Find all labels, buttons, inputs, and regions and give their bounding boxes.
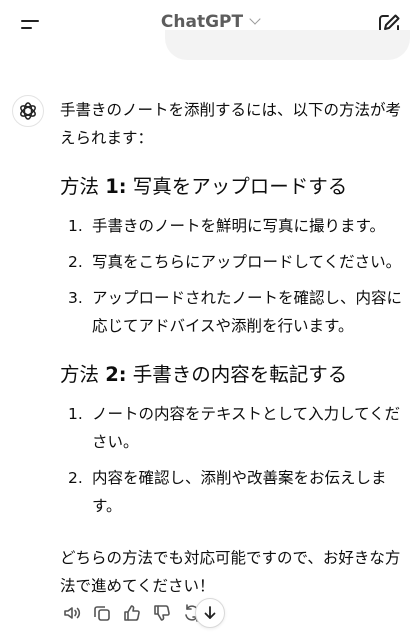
chevron-down-icon: [249, 13, 261, 25]
thumbs-down-icon: [154, 605, 170, 621]
list-item: 2. 内容を確認し、添削や改善案をお伝えします。: [68, 469, 387, 515]
scroll-down-button[interactable]: [195, 598, 225, 628]
method-steps-list: 1. ノートの内容をテキストとして入力してください。 2. 内容を確認し、添削や改善…: [60, 400, 412, 520]
app-title: ChatGPT: [160, 12, 244, 32]
speaker-icon: [64, 607, 81, 619]
list-item: 3. アップロードされたノートを確認し、内容に応じてアドバイスや添削を行います。: [68, 289, 403, 335]
assistant-message: 手書きのノートを添削するには、以下の方法が考えられます： 方法 1: 写真をアッ…: [60, 96, 412, 600]
chatgpt-logo-icon: [20, 102, 36, 120]
method-heading: 方法 2: 手書きの内容を転記する: [60, 363, 348, 386]
message-intro: 手書きのノートを添削するには、以下の方法が考えられます：: [60, 101, 402, 147]
copy-button[interactable]: [90, 601, 114, 625]
arrow-down-icon: [204, 606, 216, 619]
list-item: 2. 写真をこちらにアップロードしてください。: [68, 253, 402, 271]
user-message-bubble: [165, 30, 410, 60]
thumbs-up-icon: [124, 605, 140, 621]
method-heading: 方法 1: 写真をアップロードする: [60, 175, 348, 198]
method-steps-list: 1. 手書きのノートを鮮明に写真に撮ります。 2. 写真をこちらにアップロードしてく…: [60, 212, 412, 340]
thumbs-down-button[interactable]: [150, 601, 174, 625]
copy-icon: [94, 606, 110, 621]
message-actions: [60, 600, 210, 626]
read-aloud-button[interactable]: [60, 601, 84, 625]
thumbs-up-button[interactable]: [120, 601, 144, 625]
message-closing: どちらの方法でも対応可能ですので、お好きな方法で進めてください！: [60, 549, 401, 595]
model-selector[interactable]: ChatGPT: [0, 12, 420, 32]
list-item: 1. 手書きのノートを鮮明に写真に撮ります。: [68, 217, 385, 235]
assistant-avatar: [12, 95, 44, 127]
list-item: 1. ノートの内容をテキストとして入力してください。: [68, 405, 401, 451]
